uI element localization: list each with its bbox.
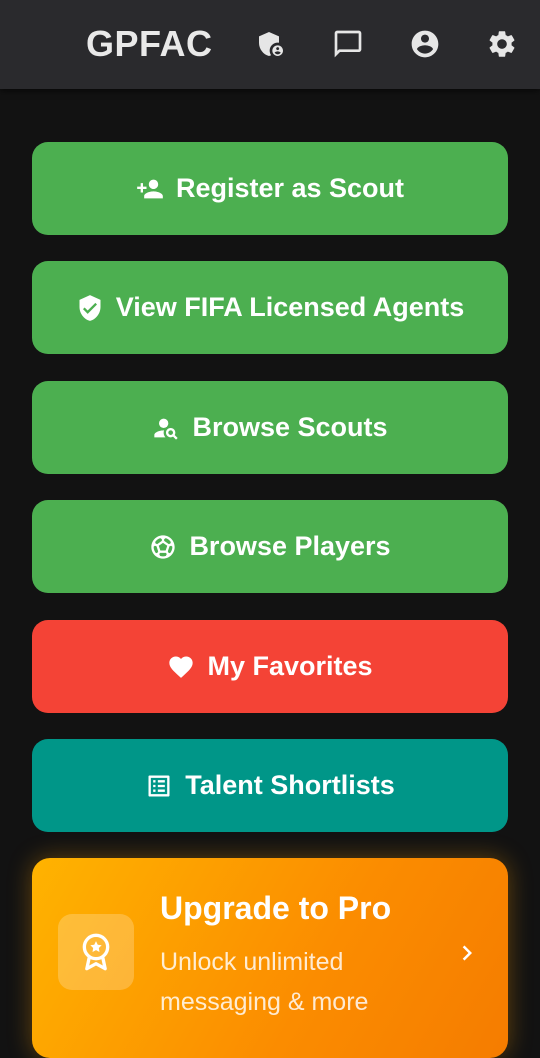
chevron-right-icon — [452, 933, 482, 973]
view-fifa-agents-button[interactable]: View FIFA Licensed Agents — [32, 261, 508, 354]
admin-shield-icon[interactable] — [254, 26, 288, 62]
account-circle-icon[interactable] — [408, 26, 442, 62]
main-content: Register as Scout View FIFA Licensed Age… — [0, 0, 540, 1058]
browse-players-label: Browse Players — [189, 531, 391, 561]
app-bar: GPFAC — [0, 0, 540, 89]
settings-gear-icon[interactable] — [485, 26, 519, 62]
talent-shortlists-label: Talent Shortlists — [185, 770, 395, 800]
browse-scouts-button[interactable]: Browse Scouts — [32, 381, 508, 474]
upgrade-pro-card[interactable]: Upgrade to Pro Unlock unlimited messagin… — [32, 858, 508, 1058]
award-badge-icon — [58, 914, 134, 990]
my-favorites-button[interactable]: My Favorites — [32, 620, 508, 713]
my-favorites-label: My Favorites — [207, 651, 373, 681]
person-add-icon — [136, 175, 164, 203]
view-fifa-agents-label: View FIFA Licensed Agents — [115, 292, 465, 322]
upgrade-pro-subtitle: Unlock unlimited messaging & more — [160, 948, 369, 1016]
talent-shortlists-button[interactable]: Talent Shortlists — [32, 739, 508, 832]
verified-shield-icon — [76, 294, 104, 322]
chat-icon[interactable] — [331, 26, 365, 62]
register-scout-button[interactable]: Register as Scout — [32, 142, 508, 235]
app-title: GPFAC — [86, 23, 213, 64]
browse-scouts-label: Browse Scouts — [192, 412, 388, 442]
list-alt-icon — [145, 772, 173, 800]
soccer-ball-icon — [149, 533, 177, 561]
upgrade-pro-title: Upgrade to Pro — [160, 890, 392, 926]
heart-icon — [167, 653, 195, 681]
browse-players-button[interactable]: Browse Players — [32, 500, 508, 593]
register-scout-label: Register as Scout — [175, 173, 405, 203]
person-search-icon — [152, 414, 180, 442]
